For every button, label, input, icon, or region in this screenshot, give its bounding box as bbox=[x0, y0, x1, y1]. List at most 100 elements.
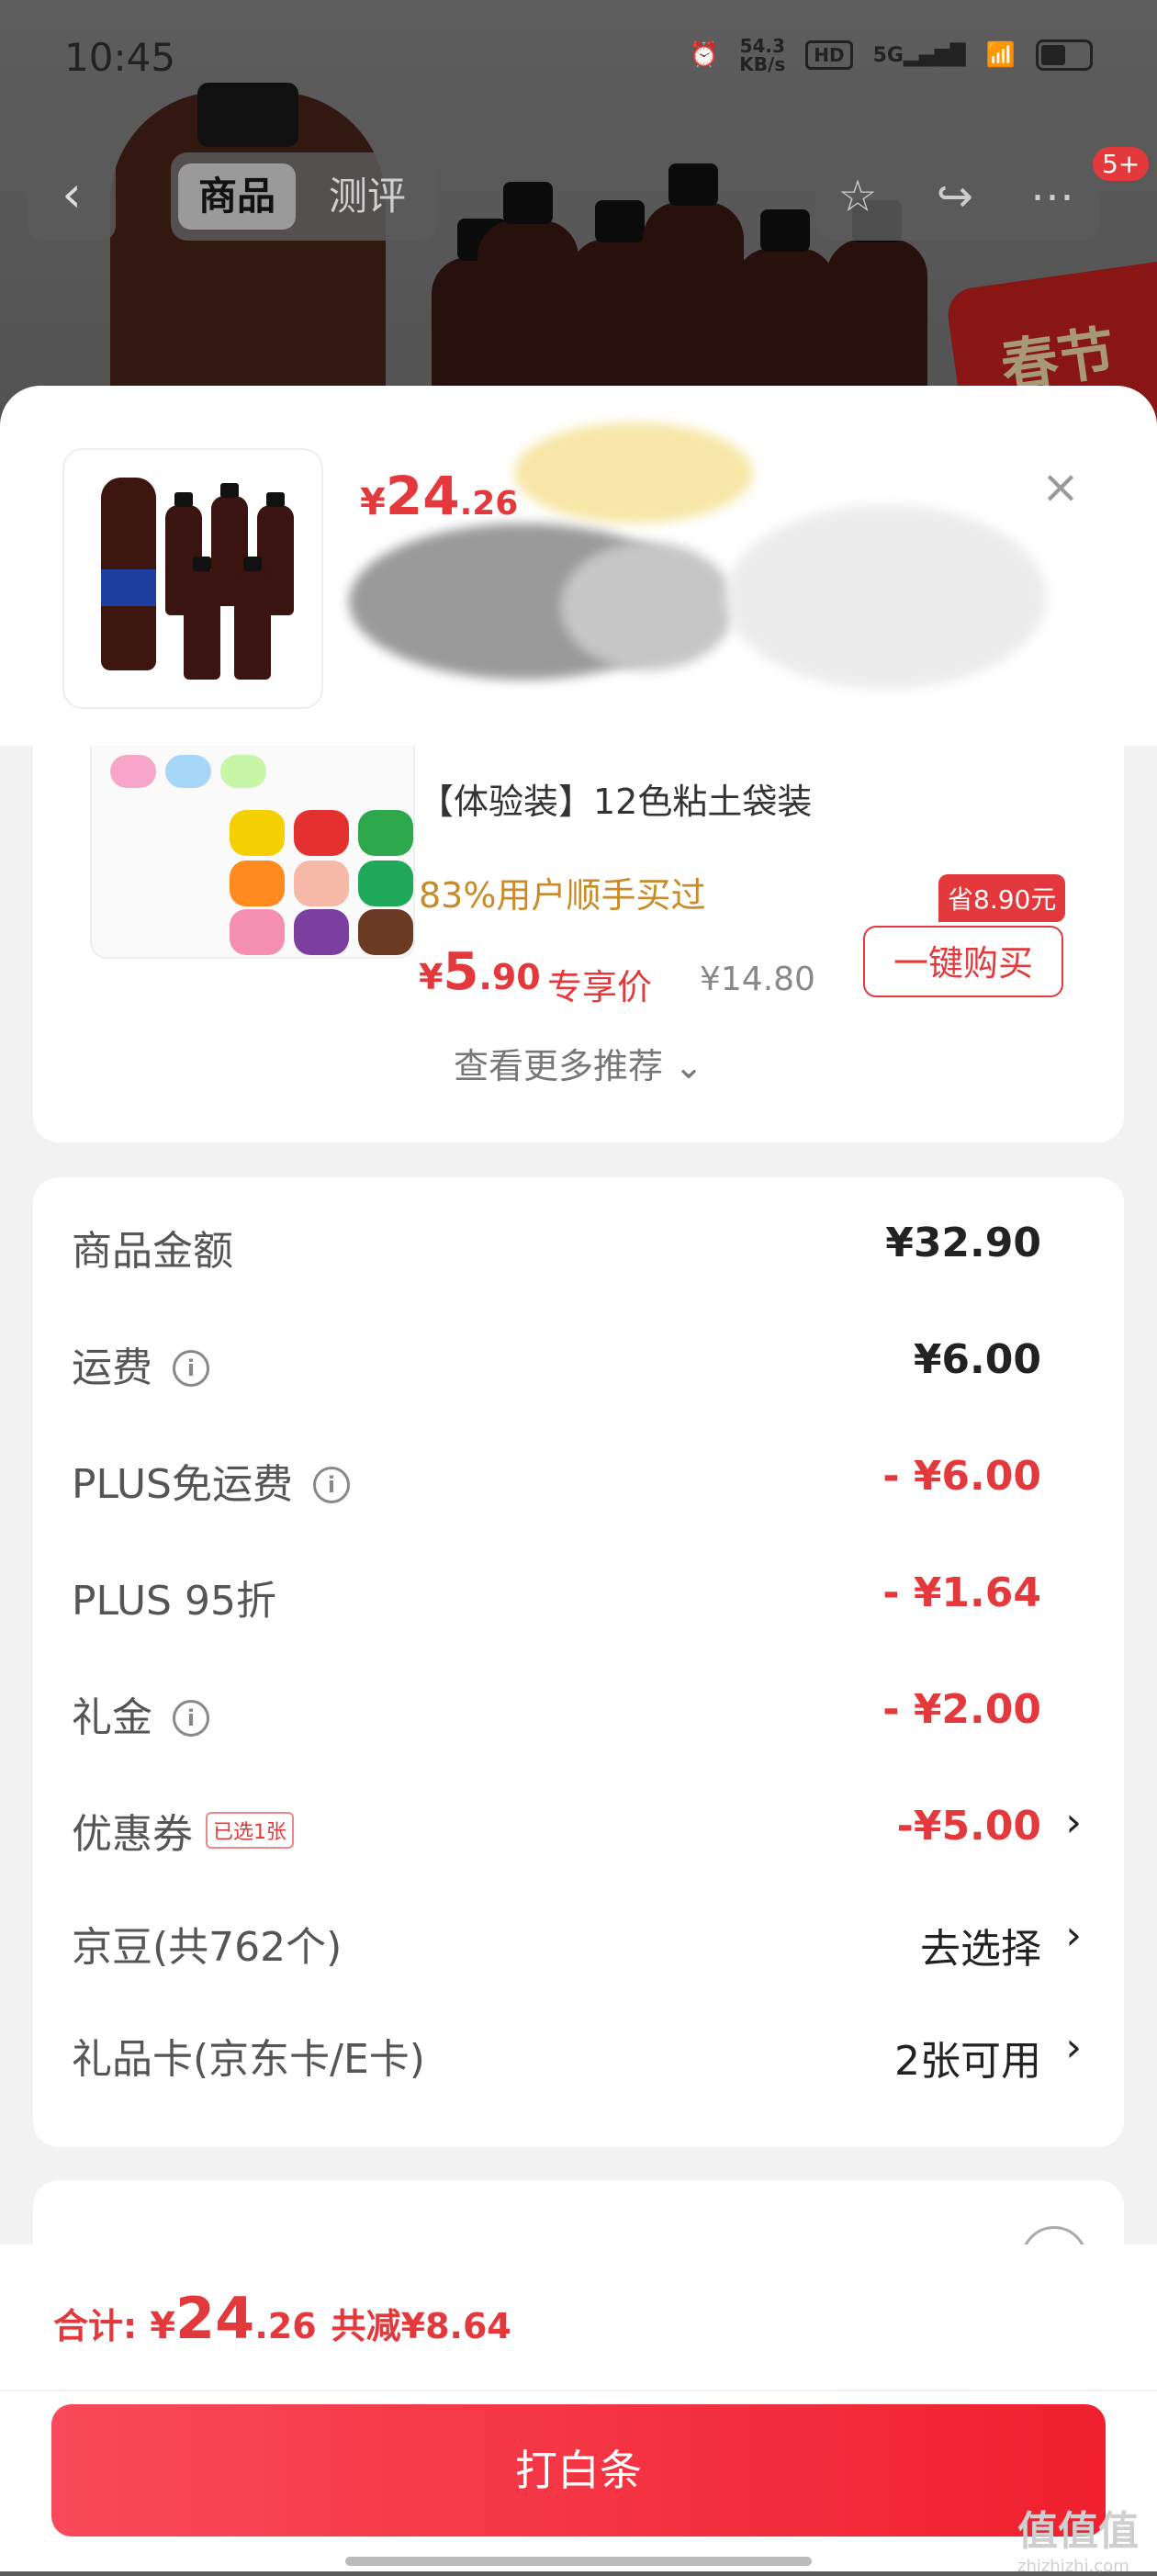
price-integer: 5 bbox=[443, 942, 479, 1002]
pay-button[interactable]: 打白条 bbox=[51, 2404, 1106, 2537]
cost-row-label: 运费 i bbox=[72, 1334, 209, 1393]
cost-row-value: ¥32.90 bbox=[885, 1220, 1041, 1266]
info-icon[interactable]: i bbox=[173, 1700, 209, 1737]
cost-row-label-text: 礼金 bbox=[72, 1694, 152, 1741]
alarm-icon: ⏰ bbox=[689, 41, 720, 69]
top-nav-bar: ‹ 商品 测评 ☆ ↪ ⋯ 5+ bbox=[0, 147, 1157, 241]
back-button[interactable]: ‹ bbox=[28, 152, 116, 241]
cost-row-value: ¥6.00 bbox=[913, 1336, 1041, 1383]
price-decimal: .26 bbox=[459, 485, 519, 523]
clay-swatch bbox=[294, 810, 349, 856]
net-speed: 54.3 KB/s bbox=[739, 37, 785, 73]
cost-row-label-text: PLUS免运费 bbox=[72, 1461, 293, 1508]
cost-breakdown-card: 商品金额 ¥32.90 运费 i ¥6.00 PLUS免运费 i - ¥6.00 PLUS 95… bbox=[33, 1177, 1124, 2147]
checkout-footer: 合计: ¥24.26 共减¥8.64 打白条 值值值 zhizhizhi.com bbox=[0, 2244, 1157, 2576]
cost-row-label: PLUS免运费 i bbox=[72, 1451, 350, 1510]
battery-icon bbox=[1036, 39, 1093, 71]
cost-row: 运费 i ¥6.00 bbox=[33, 1314, 1124, 1406]
cost-row[interactable]: 京豆(共762个) 去选择 › bbox=[33, 1894, 1124, 1985]
recommendation-price: ¥5.90 bbox=[419, 942, 541, 1002]
cost-row-value: - ¥1.64 bbox=[882, 1569, 1041, 1616]
recommendation-card: 【体验装】12色粘土袋装 83%用户顺手买过 ¥5.90 专享价 ¥14.80 … bbox=[33, 746, 1124, 1142]
cost-row-label: 京豆(共762个) bbox=[72, 1914, 342, 1973]
bottle-image bbox=[234, 557, 271, 680]
sheet-header: ¥24.26 × bbox=[0, 386, 1157, 746]
clay-swatch bbox=[358, 909, 413, 955]
cost-row[interactable]: 优惠券 已选1张 -¥5.00 › bbox=[33, 1781, 1124, 1873]
cost-row-label-text: 京豆(共762个) bbox=[72, 1924, 343, 1971]
bottle-image bbox=[184, 557, 220, 680]
clay-swatch bbox=[294, 861, 349, 906]
cost-row-value: 去选择 bbox=[920, 1926, 1041, 1973]
clay-swatch bbox=[358, 861, 413, 906]
info-icon[interactable]: i bbox=[313, 1467, 350, 1503]
cost-row: 商品金额 ¥32.90 bbox=[33, 1198, 1124, 1289]
cost-row-label: PLUS 95折 bbox=[72, 1568, 276, 1626]
total-currency: ¥ bbox=[150, 2305, 176, 2347]
watermark-logo: 值值值 zhizhizhi.com bbox=[1017, 2498, 1139, 2576]
total-decimal: .26 bbox=[254, 2306, 317, 2346]
clay-swatch bbox=[110, 755, 156, 788]
cost-row-value: -¥5.00 bbox=[896, 1803, 1041, 1850]
tab-group: 商品 测评 bbox=[171, 152, 437, 241]
price-decimal: .90 bbox=[478, 957, 541, 997]
close-icon[interactable]: × bbox=[1033, 459, 1088, 514]
see-more-label: 查看更多推荐 bbox=[454, 1046, 664, 1086]
net-speed-unit: KB/s bbox=[739, 53, 786, 75]
price-integer: 24 bbox=[385, 465, 460, 527]
cost-row: 礼金 i - ¥2.00 bbox=[33, 1664, 1124, 1756]
chevron-right-icon[interactable]: › bbox=[1065, 1799, 1082, 1846]
redaction-scribble bbox=[725, 505, 1047, 689]
recommendation-image bbox=[90, 746, 415, 959]
tab-review[interactable]: 测评 bbox=[309, 163, 426, 230]
see-more-recommendations[interactable]: 查看更多推荐 ⌄ bbox=[33, 1038, 1124, 1088]
chevron-right-icon[interactable]: › bbox=[1065, 1912, 1082, 1959]
watermark-sub: zhizhizhi.com bbox=[1017, 2557, 1129, 2576]
status-time: 10:45 bbox=[64, 35, 176, 80]
chevron-right-icon[interactable]: › bbox=[1065, 2024, 1082, 2071]
price-currency: ¥ bbox=[419, 957, 444, 997]
notification-badge: 5+ bbox=[1093, 147, 1150, 181]
divider bbox=[0, 2390, 1157, 2391]
cost-row-label-text: 运费 bbox=[72, 1344, 152, 1391]
star-icon[interactable]: ☆ bbox=[825, 163, 891, 230]
home-indicator[interactable] bbox=[345, 2557, 812, 2566]
redaction-scribble bbox=[514, 422, 753, 523]
cost-row-label: 优惠券 已选1张 bbox=[72, 1801, 294, 1860]
chevron-left-icon: ‹ bbox=[62, 165, 82, 223]
total-integer: 24 bbox=[175, 2285, 255, 2352]
cost-row-label: 礼品卡(京东卡/E卡) bbox=[72, 2026, 425, 2085]
total-saved: 共减¥8.64 bbox=[331, 2306, 511, 2346]
cost-row-value: 2张可用 bbox=[894, 2038, 1041, 2085]
original-price: ¥14.80 bbox=[700, 961, 815, 998]
redaction-scribble bbox=[560, 542, 735, 670]
wifi-icon: 📶 bbox=[985, 41, 1016, 69]
chevron-down-icon: ⌄ bbox=[674, 1046, 703, 1086]
checkout-sheet: ¥24.26 × 【体验装】12色粘土袋装 83%用户顺手买过 ¥5.90 专享… bbox=[0, 386, 1157, 2571]
cost-row-label-text: PLUS 95折 bbox=[72, 1578, 276, 1625]
social-proof-text: 83%用户顺手买过 bbox=[419, 875, 706, 916]
share-icon[interactable]: ↪ bbox=[922, 163, 988, 230]
more-icon[interactable]: ⋯ bbox=[1019, 163, 1085, 230]
action-group: ☆ ↪ ⋯ bbox=[815, 152, 1100, 241]
cost-row-label-text: 优惠券 bbox=[72, 1811, 193, 1858]
sheet-price: ¥24.26 bbox=[360, 465, 518, 527]
cost-row-label-text: 商品金额 bbox=[72, 1228, 233, 1275]
total-summary: 合计: ¥24.26 共减¥8.64 bbox=[53, 2285, 511, 2352]
cost-row-label: 商品金额 bbox=[72, 1218, 233, 1277]
recommendation-title[interactable]: 【体验装】12色粘土袋装 bbox=[419, 773, 812, 824]
info-icon[interactable]: i bbox=[173, 1350, 209, 1387]
clay-swatch bbox=[358, 810, 413, 856]
cost-row[interactable]: 礼品卡(京东卡/E卡) 2张可用 › bbox=[33, 2006, 1124, 2098]
cost-row-label: 礼金 i bbox=[72, 1684, 209, 1743]
clay-swatch bbox=[230, 861, 285, 906]
clay-swatch bbox=[294, 909, 349, 955]
clay-swatch bbox=[230, 810, 285, 856]
tab-product[interactable]: 商品 bbox=[178, 163, 296, 230]
hd-icon: HD bbox=[805, 40, 853, 70]
one-click-buy-button[interactable]: 一键购买 bbox=[863, 926, 1063, 997]
bottle-image bbox=[101, 478, 156, 670]
clay-swatch bbox=[165, 755, 211, 788]
exclusive-price-label: 专享价 bbox=[547, 967, 653, 1007]
cost-row-value: - ¥6.00 bbox=[882, 1453, 1041, 1500]
